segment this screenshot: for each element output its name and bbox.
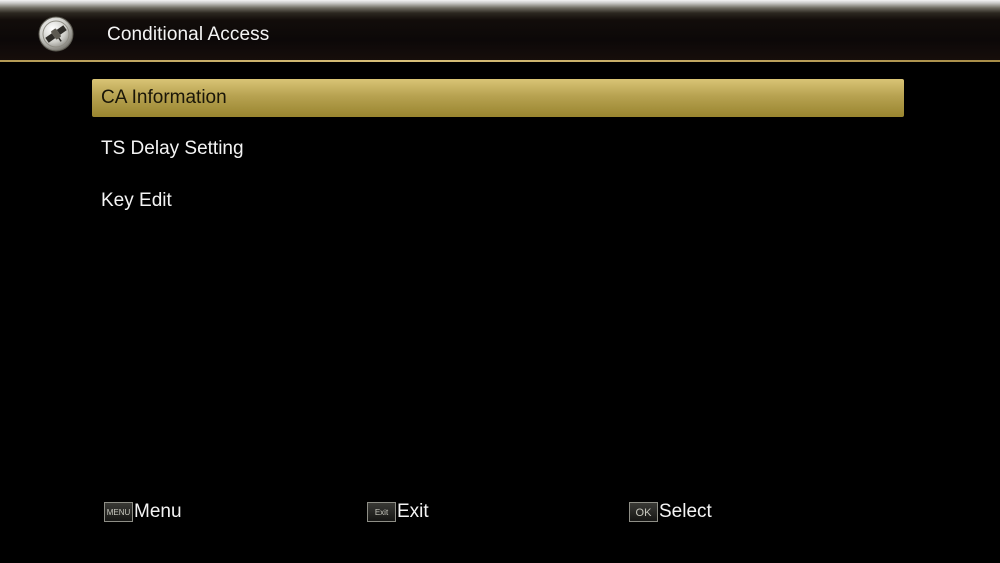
footer-exit-label: Exit [397,501,429,522]
footer-menu-label: Menu [134,501,182,522]
footer-select-label: Select [659,501,712,522]
footer-select-hint: OK Select [629,500,712,524]
header-divider [0,60,1000,62]
menu-item-key-edit[interactable]: Key Edit [92,182,904,220]
satellite-icon [36,14,76,54]
page-title: Conditional Access [107,24,270,45]
ok-key-icon: OK [629,502,658,522]
footer-exit-hint: Exit Exit [367,500,429,524]
footer-menu-hint: MENU Menu [104,500,182,524]
menu-item-ca-information[interactable]: CA Information [92,79,904,117]
menu-key-icon: MENU [104,502,133,522]
title-bar: Conditional Access [0,0,1000,62]
menu-item-ts-delay-setting[interactable]: TS Delay Setting [92,130,904,168]
exit-key-icon: Exit [367,502,396,522]
